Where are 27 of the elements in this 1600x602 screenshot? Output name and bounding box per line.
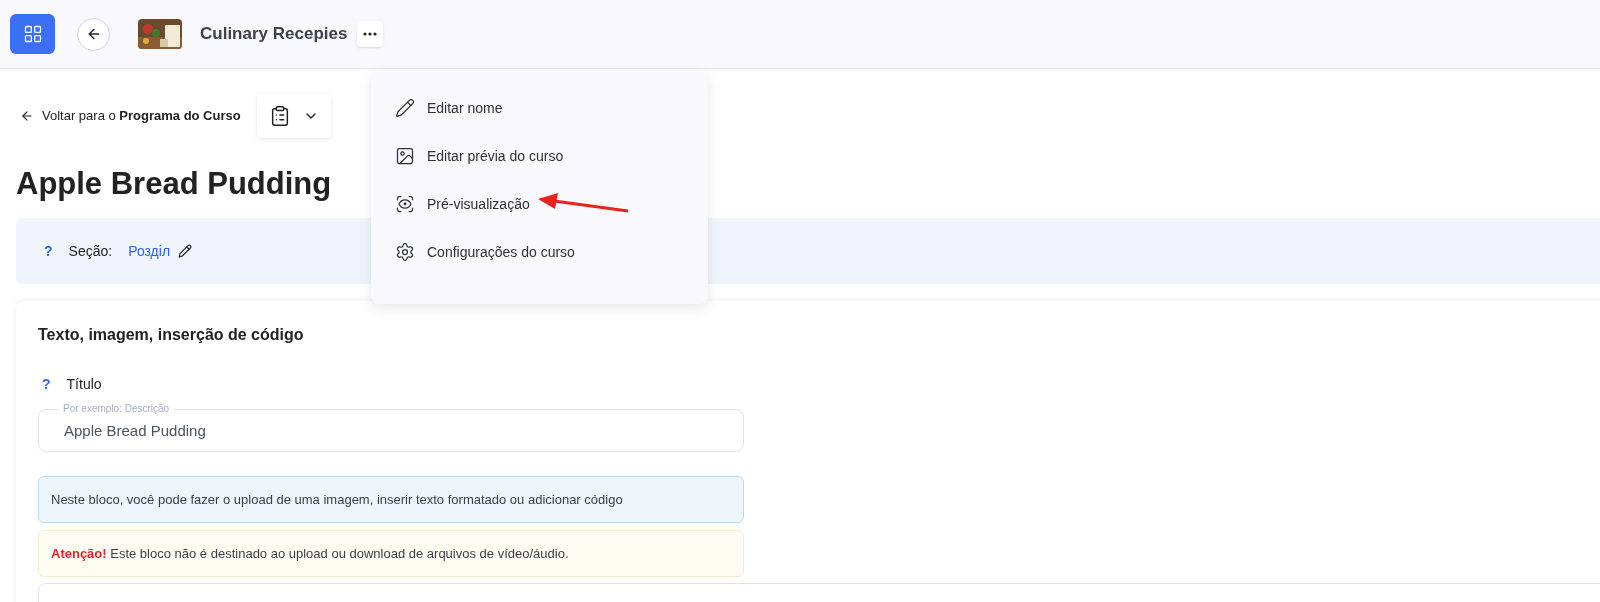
- warning-text: Atenção! Este bloco não é destinado ao upload ou download de arquivos de vídeo/áudio.: [51, 544, 569, 563]
- image-icon: [395, 146, 415, 166]
- back-button[interactable]: [77, 17, 110, 51]
- block-title: Texto, imagem, inserção de código: [38, 325, 305, 345]
- apps-button[interactable]: [10, 14, 55, 54]
- help-mark[interactable]: ?: [44, 240, 53, 262]
- page-title: Apple Bread Pudding: [16, 165, 332, 203]
- more-button[interactable]: [357, 21, 384, 47]
- edit-icon[interactable]: [178, 244, 193, 258]
- course-title: Culinary Recepies: [200, 23, 348, 46]
- eye-icon: [395, 194, 415, 214]
- lesson-type-dropdown[interactable]: [256, 94, 331, 138]
- floating-label: Por exemplo: Descrição: [58, 402, 175, 416]
- grid-icon: [22, 24, 43, 44]
- field-label: Título: [66, 375, 102, 394]
- menu-item[interactable]: Editar prévia do curso: [383, 136, 576, 176]
- menu-item[interactable]: Editar nome: [383, 88, 515, 128]
- more-icon: [363, 32, 378, 36]
- section-label: Seção:: [68, 241, 113, 261]
- help-mark[interactable]: ?: [42, 374, 51, 395]
- menu-item[interactable]: Configurações do curso: [383, 232, 587, 272]
- settings-icon: [395, 242, 415, 262]
- menu-item[interactable]: Pré-visualização: [383, 184, 542, 224]
- back-link[interactable]: Voltar para o Programa do Curso: [42, 106, 241, 126]
- section-link[interactable]: Розділ: [128, 240, 171, 262]
- info-banner: Neste bloco, você pode fazer o upload de uma imagem, inserir texto formatado ou adicionar código: [38, 476, 744, 523]
- pencil-icon: [395, 98, 415, 118]
